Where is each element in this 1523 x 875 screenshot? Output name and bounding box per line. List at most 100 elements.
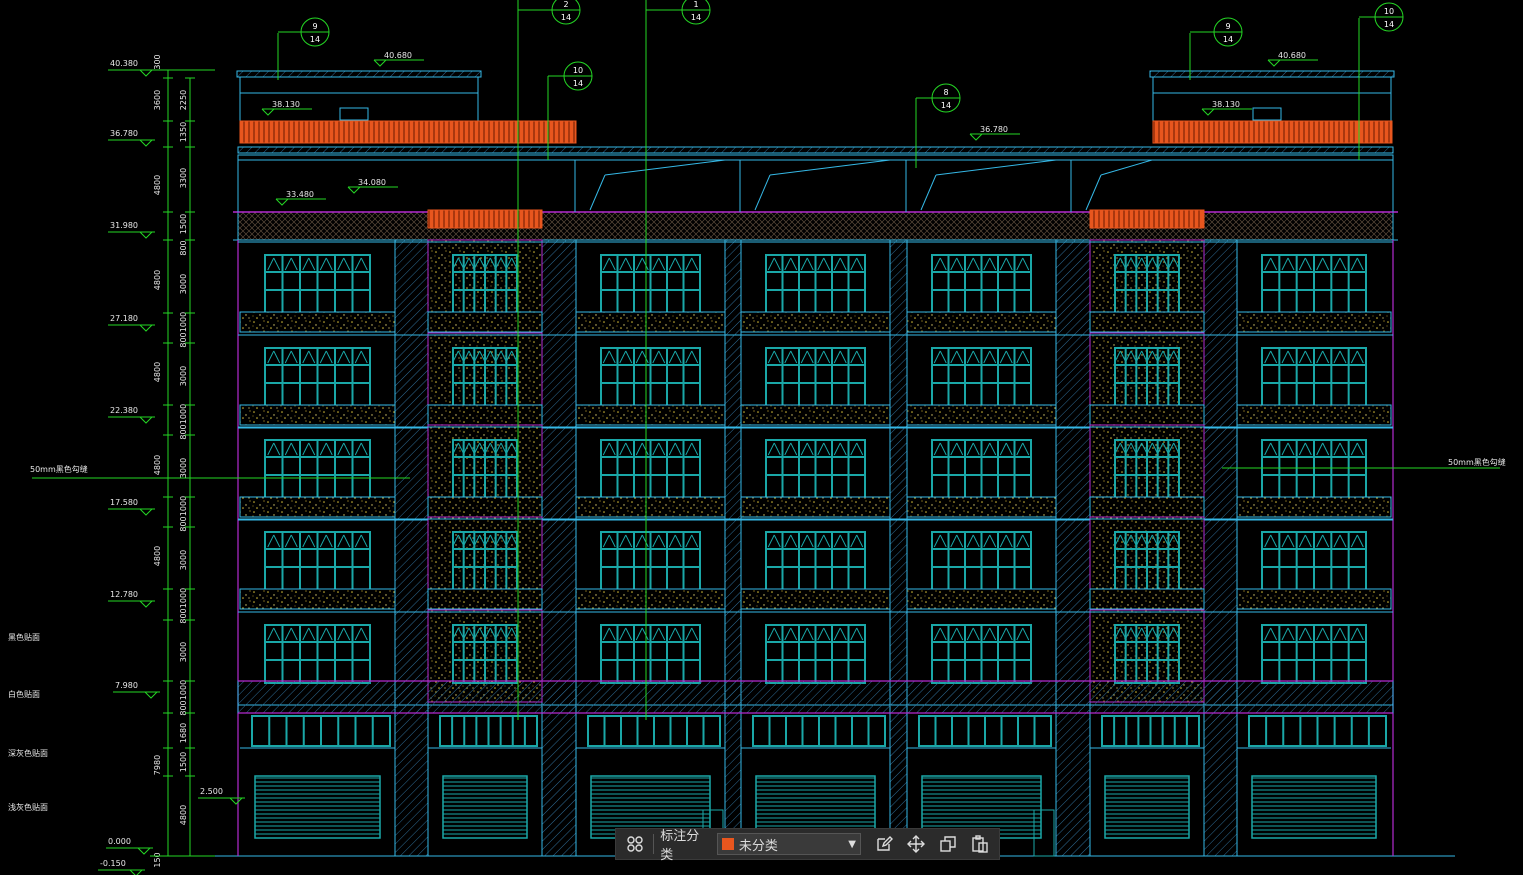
- callout-number: 9: [1225, 22, 1230, 31]
- window-opening-mark: [1350, 627, 1358, 641]
- grid-icon[interactable]: [622, 831, 647, 857]
- window-opening-mark: [602, 627, 610, 641]
- window-opening-mark: [1270, 534, 1278, 548]
- spandrel-panel: [740, 588, 891, 610]
- toolbar-divider: [653, 834, 655, 854]
- window-opening-mark: [337, 534, 345, 548]
- window-opening-mark: [1264, 534, 1272, 548]
- window-opening-mark: [1339, 350, 1347, 364]
- window-opening-mark: [691, 442, 699, 456]
- dimension-value: 3000: [179, 274, 188, 294]
- dimension-value: 3000: [179, 642, 188, 662]
- window-opening-mark: [325, 534, 333, 548]
- window-opening-mark: [966, 627, 974, 641]
- window-opening-mark: [343, 627, 351, 641]
- window-opening-mark: [619, 627, 627, 641]
- window-opening-mark: [972, 350, 980, 364]
- window-opening-mark: [1322, 442, 1330, 456]
- window-opening-mark: [658, 534, 666, 548]
- window-opening-mark: [1339, 627, 1347, 641]
- structural-pier: [394, 239, 429, 857]
- window-opening-mark: [806, 350, 814, 364]
- tower-roof-slab: [236, 70, 482, 78]
- structural-pier: [1055, 239, 1091, 857]
- window-opening-mark: [999, 350, 1007, 364]
- dimension-value: 3000: [179, 366, 188, 386]
- paste-icon[interactable]: [967, 831, 993, 857]
- window-opening-mark: [784, 627, 792, 641]
- level-label: 33.480: [286, 190, 314, 199]
- window-opening-mark: [302, 442, 310, 456]
- window-opening-mark: [273, 257, 281, 271]
- window-opening-mark: [608, 442, 616, 456]
- window-opening-mark: [939, 442, 947, 456]
- window-opening-mark: [1022, 442, 1030, 456]
- window-opening-mark: [767, 442, 775, 456]
- window-opening-mark: [767, 534, 775, 548]
- window-opening-mark: [1339, 257, 1347, 271]
- window-opening-mark: [972, 442, 980, 456]
- window-opening-mark: [1287, 534, 1295, 548]
- window-opening-mark: [354, 350, 362, 364]
- category-selected-value: 未分类: [738, 838, 778, 854]
- window-opening-mark: [325, 442, 333, 456]
- dimension-value: 1000: [179, 680, 188, 700]
- window-opening-mark: [343, 257, 351, 271]
- window-opening-mark: [784, 534, 792, 548]
- window-opening-mark: [806, 257, 814, 271]
- window-opening-mark: [308, 534, 316, 548]
- window-opening-mark: [635, 257, 643, 271]
- window-opening-mark: [833, 257, 841, 271]
- window-opening-mark: [641, 442, 649, 456]
- edit-icon[interactable]: [871, 831, 897, 857]
- window-opening-mark: [1298, 627, 1306, 641]
- window-opening-mark: [343, 350, 351, 364]
- rolling-shutter: [442, 775, 528, 839]
- window-opening-mark: [950, 257, 958, 271]
- window-opening-mark: [1333, 442, 1341, 456]
- window-opening-mark: [856, 442, 864, 456]
- spandrel-panel: [740, 404, 891, 426]
- window-opening-mark: [652, 350, 660, 364]
- window-opening-mark: [999, 442, 1007, 456]
- annotation-category-dropdown[interactable]: 未分类 ▼: [716, 833, 861, 855]
- window-opening-mark: [833, 442, 841, 456]
- structural-pier: [889, 239, 908, 857]
- dimension-value: 800: [179, 332, 188, 347]
- dimension-value: 800: [179, 424, 188, 439]
- window-opening-mark: [319, 257, 327, 271]
- callout-number: 1: [693, 0, 698, 9]
- window-opening-mark: [823, 442, 831, 456]
- window-opening-mark: [1016, 350, 1024, 364]
- window-opening-mark: [319, 627, 327, 641]
- window-opening-mark: [674, 627, 682, 641]
- roof-railing-left: [239, 120, 577, 144]
- window-opening-mark: [1322, 257, 1330, 271]
- dimension-value: 1000: [179, 312, 188, 332]
- rolling-shutter: [254, 775, 381, 839]
- spandrel-panel: [239, 588, 396, 610]
- window-opening-mark: [1016, 257, 1024, 271]
- window-opening-mark: [983, 257, 991, 271]
- structural-pier: [724, 239, 742, 857]
- window-opening-mark: [1298, 534, 1306, 548]
- copy-icon[interactable]: [935, 831, 961, 857]
- window-opening-mark: [966, 257, 974, 271]
- window-opening-mark: [608, 257, 616, 271]
- window-opening-mark: [1022, 627, 1030, 641]
- move-icon[interactable]: [903, 831, 929, 857]
- level-label: 36.780: [980, 125, 1008, 134]
- window-opening-mark: [839, 442, 847, 456]
- window-opening-mark: [773, 534, 781, 548]
- window-opening-mark: [360, 627, 368, 641]
- chevron-down-icon: ▼: [848, 838, 856, 850]
- window-opening-mark: [635, 442, 643, 456]
- cad-drawing-canvas[interactable]: 9 14 2 14 1 14 10 14 8 14 9 14 10 14 40.380 36.780 31.98…: [0, 0, 1523, 875]
- dimension-value: 3000: [179, 458, 188, 478]
- spandrel-panel: [1236, 311, 1392, 333]
- window-opening-mark: [1322, 350, 1330, 364]
- window-opening-mark: [1316, 534, 1324, 548]
- window-opening-mark: [833, 627, 841, 641]
- window-opening-mark: [625, 627, 633, 641]
- structural-pier: [1203, 239, 1238, 857]
